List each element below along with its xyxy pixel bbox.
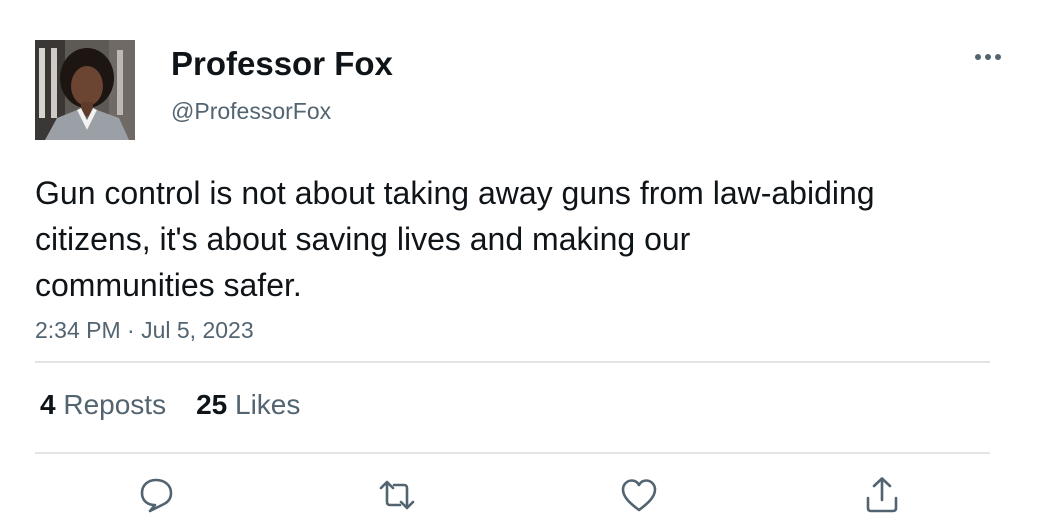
author-name[interactable]: Professor Fox xyxy=(171,44,393,84)
heart-icon xyxy=(621,479,657,512)
tweet-text: Gun control is not about taking away gun… xyxy=(35,175,875,303)
author-handle[interactable]: @ProfessorFox xyxy=(171,96,331,126)
avatar-photo xyxy=(35,40,135,140)
more-options-button[interactable] xyxy=(968,40,1008,74)
reposts-count: 4 xyxy=(40,389,56,420)
share-icon xyxy=(866,477,898,513)
tweet-timestamp[interactable]: 2:34 PM · Jul 5, 2023 xyxy=(35,315,254,345)
engagement-stats: 4 Reposts 25 Likes xyxy=(40,388,300,422)
repost-button[interactable] xyxy=(375,473,419,517)
reply-button[interactable] xyxy=(134,473,178,517)
divider xyxy=(35,452,990,454)
divider xyxy=(35,361,990,363)
likes-stat[interactable]: 25 Likes xyxy=(196,388,300,422)
reposts-stat[interactable]: 4 Reposts xyxy=(40,388,166,422)
repost-icon xyxy=(379,480,415,510)
avatar[interactable] xyxy=(35,40,135,140)
reposts-label: Reposts xyxy=(63,389,167,420)
likes-count: 25 xyxy=(196,389,228,420)
reply-icon xyxy=(140,478,173,513)
like-button[interactable] xyxy=(617,473,661,517)
share-button[interactable] xyxy=(860,473,904,517)
more-icon xyxy=(975,54,1001,60)
likes-label: Likes xyxy=(235,389,301,420)
